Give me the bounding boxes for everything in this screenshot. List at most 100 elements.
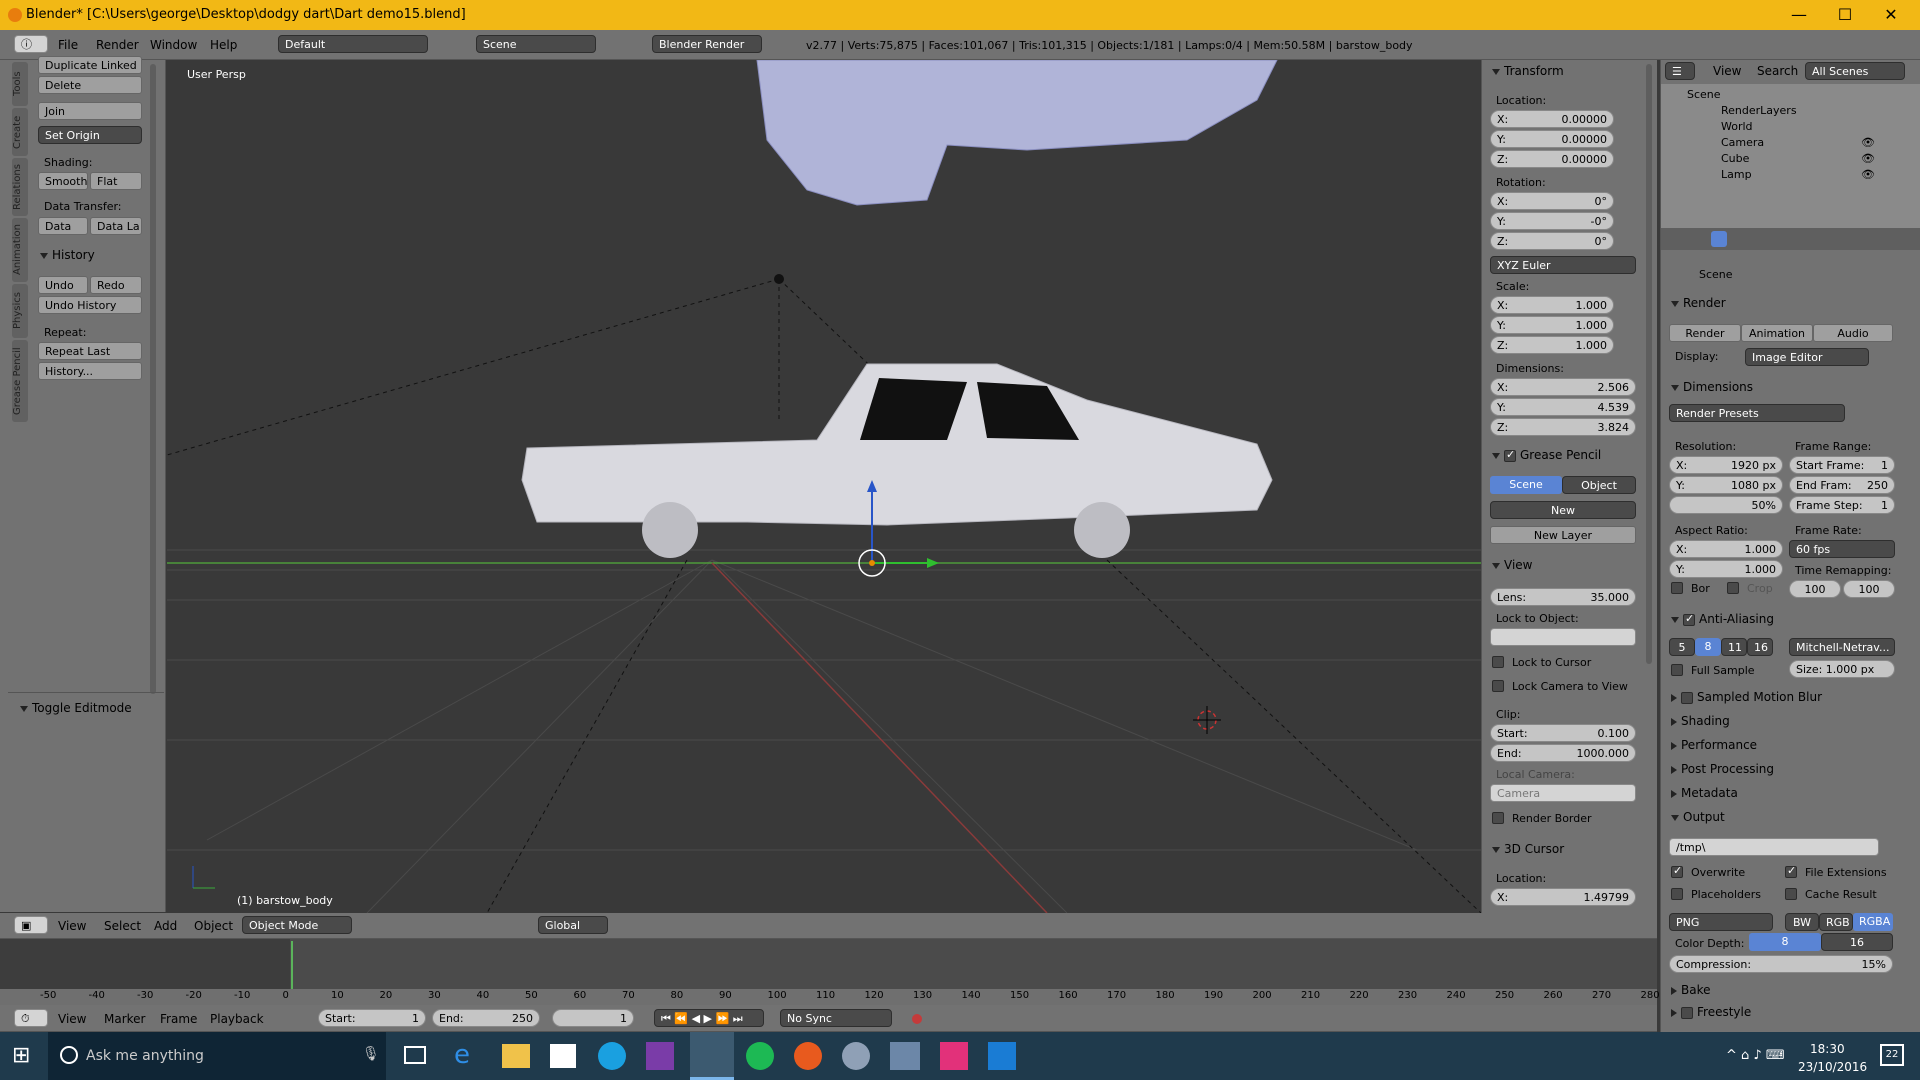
n-panel-scrollbar[interactable] [1646,64,1652,664]
menu-file[interactable]: File [58,38,78,52]
flat-button[interactable]: Flat [90,172,142,190]
lock-camera-checkbox[interactable] [1492,680,1504,692]
output-path-field[interactable]: /tmp\ [1669,838,1879,856]
lock-cursor-checkbox[interactable] [1492,656,1504,668]
scale-x-field[interactable]: X: 1.000 [1490,296,1614,314]
scale-z-field[interactable]: Z: 1.000 [1490,336,1614,354]
outliner-item-lamp[interactable]: Lamp [1721,168,1752,181]
placeholders-checkbox[interactable] [1671,888,1683,900]
eye-icon[interactable]: 👁 [1861,168,1875,181]
viewport-editor-button[interactable]: ▣ [14,916,48,934]
close-button[interactable]: ✕ [1868,0,1914,30]
data-button[interactable]: Data [38,217,88,235]
file-explorer-icon[interactable] [502,1044,530,1068]
display-select[interactable]: Image Editor [1745,348,1869,366]
outliner-item-camera[interactable]: Camera [1721,136,1764,149]
tab-create[interactable]: Create [12,108,28,156]
tab-grease-pencil[interactable]: Grease Pencil [12,340,28,422]
undo-button[interactable]: Undo [38,276,88,294]
cortana-search-box[interactable]: Ask me anything 🎙 [48,1032,386,1080]
view-panel-header[interactable]: View [1492,558,1532,572]
app-icon[interactable] [890,1042,920,1070]
gp-scene-button[interactable]: Scene [1490,476,1562,494]
skype-business-icon[interactable] [988,1042,1016,1070]
timeline-frame-menu[interactable]: Frame [160,1012,197,1026]
timeline-editor-button[interactable]: ⏱ [14,1009,48,1027]
app-icon[interactable] [940,1042,968,1070]
aa-sample-11[interactable]: 11 [1721,638,1747,656]
cache-result-checkbox[interactable] [1785,888,1797,900]
repeat-last-button[interactable]: Repeat Last [38,342,142,360]
gp-object-button[interactable]: Object [1562,476,1636,494]
blender-taskbar-icon[interactable] [690,1032,734,1080]
dimension-x-field[interactable]: X: 2.506 [1490,378,1636,396]
jump-start-button[interactable]: ⏮ ⏪ ◀ ▶ ⏩ ⏭ [654,1009,764,1027]
gp-new-layer-button[interactable]: New Layer [1490,526,1636,544]
select-menu[interactable]: Select [104,919,141,933]
store-icon[interactable] [550,1044,576,1068]
maximize-button[interactable]: ☐ [1822,0,1868,30]
outliner-item-world[interactable]: World [1721,120,1753,133]
view-menu[interactable]: View [58,919,86,933]
grease-pencil-panel-header[interactable]: Grease Pencil [1492,448,1601,462]
aa-filter-select[interactable]: Mitchell-Netrav... [1789,638,1895,656]
cursor-x-field[interactable]: X: 1.49799 [1490,888,1636,906]
aa-sample-8[interactable]: 8 [1695,638,1721,656]
local-camera-field[interactable]: Camera [1490,784,1636,802]
fps-select[interactable]: 60 fps [1789,540,1895,558]
skype-icon[interactable] [598,1042,626,1070]
location-y-field[interactable]: Y: 0.00000 [1490,130,1614,148]
full-sample-checkbox[interactable] [1671,664,1683,676]
sync-select[interactable]: No Sync [780,1009,892,1027]
menu-help[interactable]: Help [210,38,237,52]
interaction-mode-select[interactable]: Object Mode [242,916,352,934]
res-percent-field[interactable]: 50% [1669,496,1783,514]
transform-orientation-select[interactable]: Global [538,916,608,934]
object-menu[interactable]: Object [194,919,233,933]
aspect-y-field[interactable]: Y: 1.000 [1669,560,1783,578]
set-origin-select[interactable]: Set Origin [38,126,142,144]
transform-panel-header[interactable]: Transform [1492,64,1564,78]
history-button[interactable]: History... [38,362,142,380]
remap-new-field[interactable]: 100 [1843,580,1895,598]
undo-history-button[interactable]: Undo History [38,296,142,314]
tab-tools[interactable]: Tools [12,62,28,106]
anti-aliasing-checkbox[interactable] [1683,612,1695,626]
rotation-x-field[interactable]: X: 0° [1490,192,1614,210]
edge-icon[interactable]: e [454,1040,486,1072]
dimensions-panel-header[interactable]: Dimensions [1671,380,1753,394]
scene-field[interactable]: Scene [476,35,596,53]
render-tab-icon[interactable] [1711,231,1727,247]
toggle-editmode-panel[interactable]: Toggle Editmode [20,701,132,715]
3d-cursor-panel-header[interactable]: 3D Cursor [1492,842,1564,856]
start-frame-field[interactable]: Start: 1 [318,1009,426,1027]
outliner-filter-select[interactable]: All Scenes [1805,62,1905,80]
eye-icon[interactable]: 👁 [1861,152,1875,165]
compression-slider[interactable]: Compression: 15% [1669,955,1893,973]
record-icon[interactable] [912,1014,922,1024]
aa-sample-5[interactable]: 5 [1669,638,1695,656]
add-menu[interactable]: Add [154,919,177,933]
minimize-button[interactable]: — [1776,0,1822,30]
outliner-item-renderlayers[interactable]: RenderLayers [1721,104,1797,117]
clip-end-field[interactable]: End: 1000.000 [1490,744,1636,762]
microphone-icon[interactable]: 🎙 [362,1046,380,1062]
rotation-mode-select[interactable]: XYZ Euler [1490,256,1636,274]
color-depth-16[interactable]: 16 [1821,933,1893,951]
crop-checkbox[interactable] [1727,582,1739,594]
outliner-editor-button[interactable]: ☰ [1665,62,1695,80]
start-button[interactable]: ⊞ [12,1044,36,1068]
render-presets-select[interactable]: Render Presets [1669,404,1845,422]
render-border-checkbox[interactable] [1492,812,1504,824]
motion-blur-checkbox[interactable] [1681,691,1693,704]
start-frame-field[interactable]: Start Frame: 1 [1789,456,1895,474]
overwrite-checkbox[interactable] [1671,864,1683,878]
rotation-y-field[interactable]: Y: -0° [1490,212,1614,230]
tab-animation[interactable]: Animation [12,218,28,282]
system-tray-icons[interactable]: ^ ⌂ ♪ ⌨ [1726,1048,1785,1063]
metadata-panel[interactable]: Metadata [1671,786,1738,800]
res-y-field[interactable]: Y: 1080 px [1669,476,1783,494]
timeline-marker-menu[interactable]: Marker [104,1012,145,1026]
scale-y-field[interactable]: Y: 1.000 [1490,316,1614,334]
tab-relations[interactable]: Relations [12,158,28,216]
